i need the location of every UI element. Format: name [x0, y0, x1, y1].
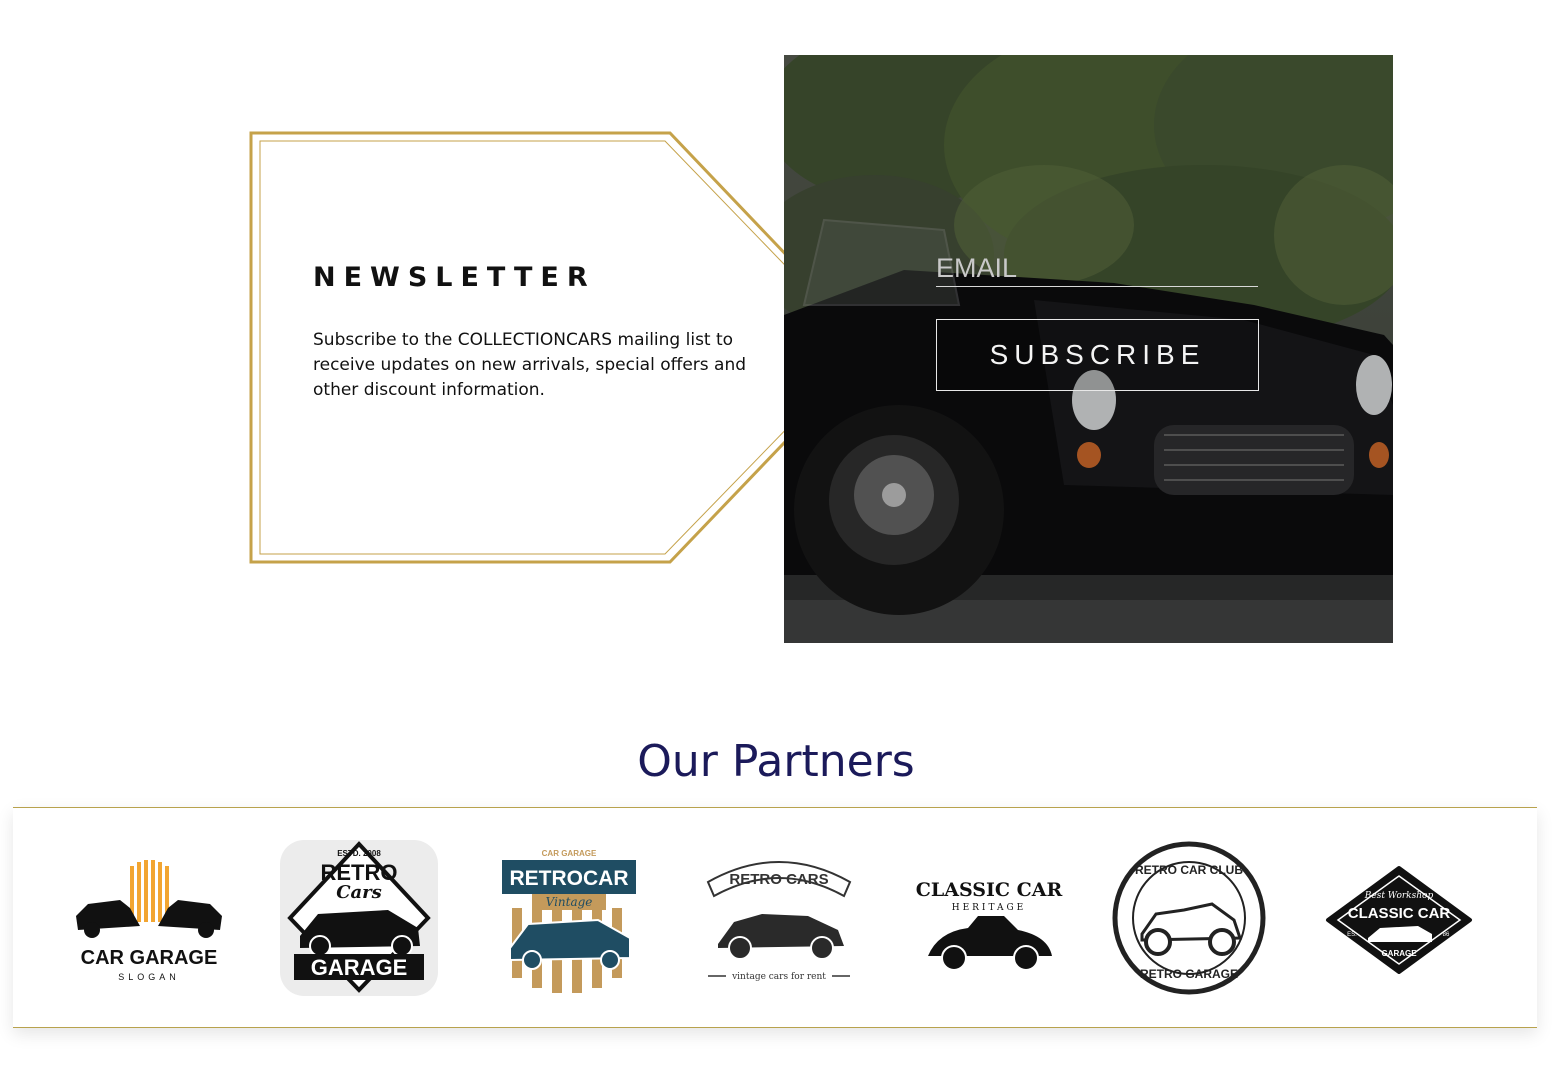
- partners-carousel: CAR GARAGE SLOGAN ESTD. 2008 RETRO Cars …: [13, 807, 1537, 1028]
- retrocar-vintage-logo[interactable]: CAR GARAGE RETROCAR Vintage: [488, 838, 650, 998]
- classic-car-workshop-est: ES.: [1347, 932, 1357, 938]
- subscribe-button[interactable]: SUBSCRIBE: [936, 319, 1259, 391]
- retrocar-vintage: Vintage: [546, 895, 593, 909]
- classic-car-heritage-logo[interactable]: CLASSIC CAR HERITAGE: [908, 838, 1070, 998]
- retro-cars-garage-logo[interactable]: ESTD. 2008 RETRO Cars GARAGE: [278, 838, 440, 998]
- classic-car-workshop-logo[interactable]: Best Workshop CLASSIC CAR ES. 86 GARAGE: [1318, 838, 1480, 998]
- newsletter-description: Subscribe to the COLLECTIONCARS mailing …: [313, 330, 747, 400]
- car-garage-text: CAR GARAGE: [81, 947, 218, 969]
- retro-cars-garage-text: GARAGE: [311, 955, 408, 980]
- classic-car-workshop-title: CLASSIC CAR: [1348, 905, 1451, 922]
- retro-car-club-logo[interactable]: RETRO CAR CLUB RETRO GARAGE: [1108, 838, 1270, 998]
- retro-car-club-garage: RETRO GARAGE: [1140, 967, 1238, 981]
- retro-cars-estd: ESTD. 2008: [337, 849, 381, 858]
- retro-cars-rent-logo[interactable]: RETRO CARS vintage cars for rent: [698, 838, 860, 998]
- car-garage-slogan: SLOGAN: [118, 972, 180, 982]
- retrocar-title: RETROCAR: [510, 867, 629, 890]
- retro-car-club-title: RETRO CAR CLUB: [1135, 863, 1243, 877]
- car-garage-logo[interactable]: CAR GARAGE SLOGAN: [68, 838, 230, 998]
- classic-car-title: CLASSIC CAR: [916, 879, 1063, 901]
- partners-title: Our Partners: [637, 736, 915, 787]
- classic-car-heritage: HERITAGE: [952, 903, 1027, 913]
- retro-cars-rent-title: RETRO CARS: [729, 871, 828, 888]
- classic-car-workshop-top: Best Workshop: [1364, 891, 1434, 901]
- classic-car-workshop-garage: GARAGE: [1381, 949, 1417, 958]
- retro-cars-rent-tagline: vintage cars for rent: [731, 972, 826, 982]
- classic-car-workshop-year: 86: [1443, 932, 1450, 938]
- retro-cars-script: Cars: [336, 882, 382, 903]
- newsletter-title: NEWSLETTER: [313, 262, 596, 293]
- retrocar-top: CAR GARAGE: [542, 849, 597, 858]
- email-input[interactable]: [936, 250, 1258, 287]
